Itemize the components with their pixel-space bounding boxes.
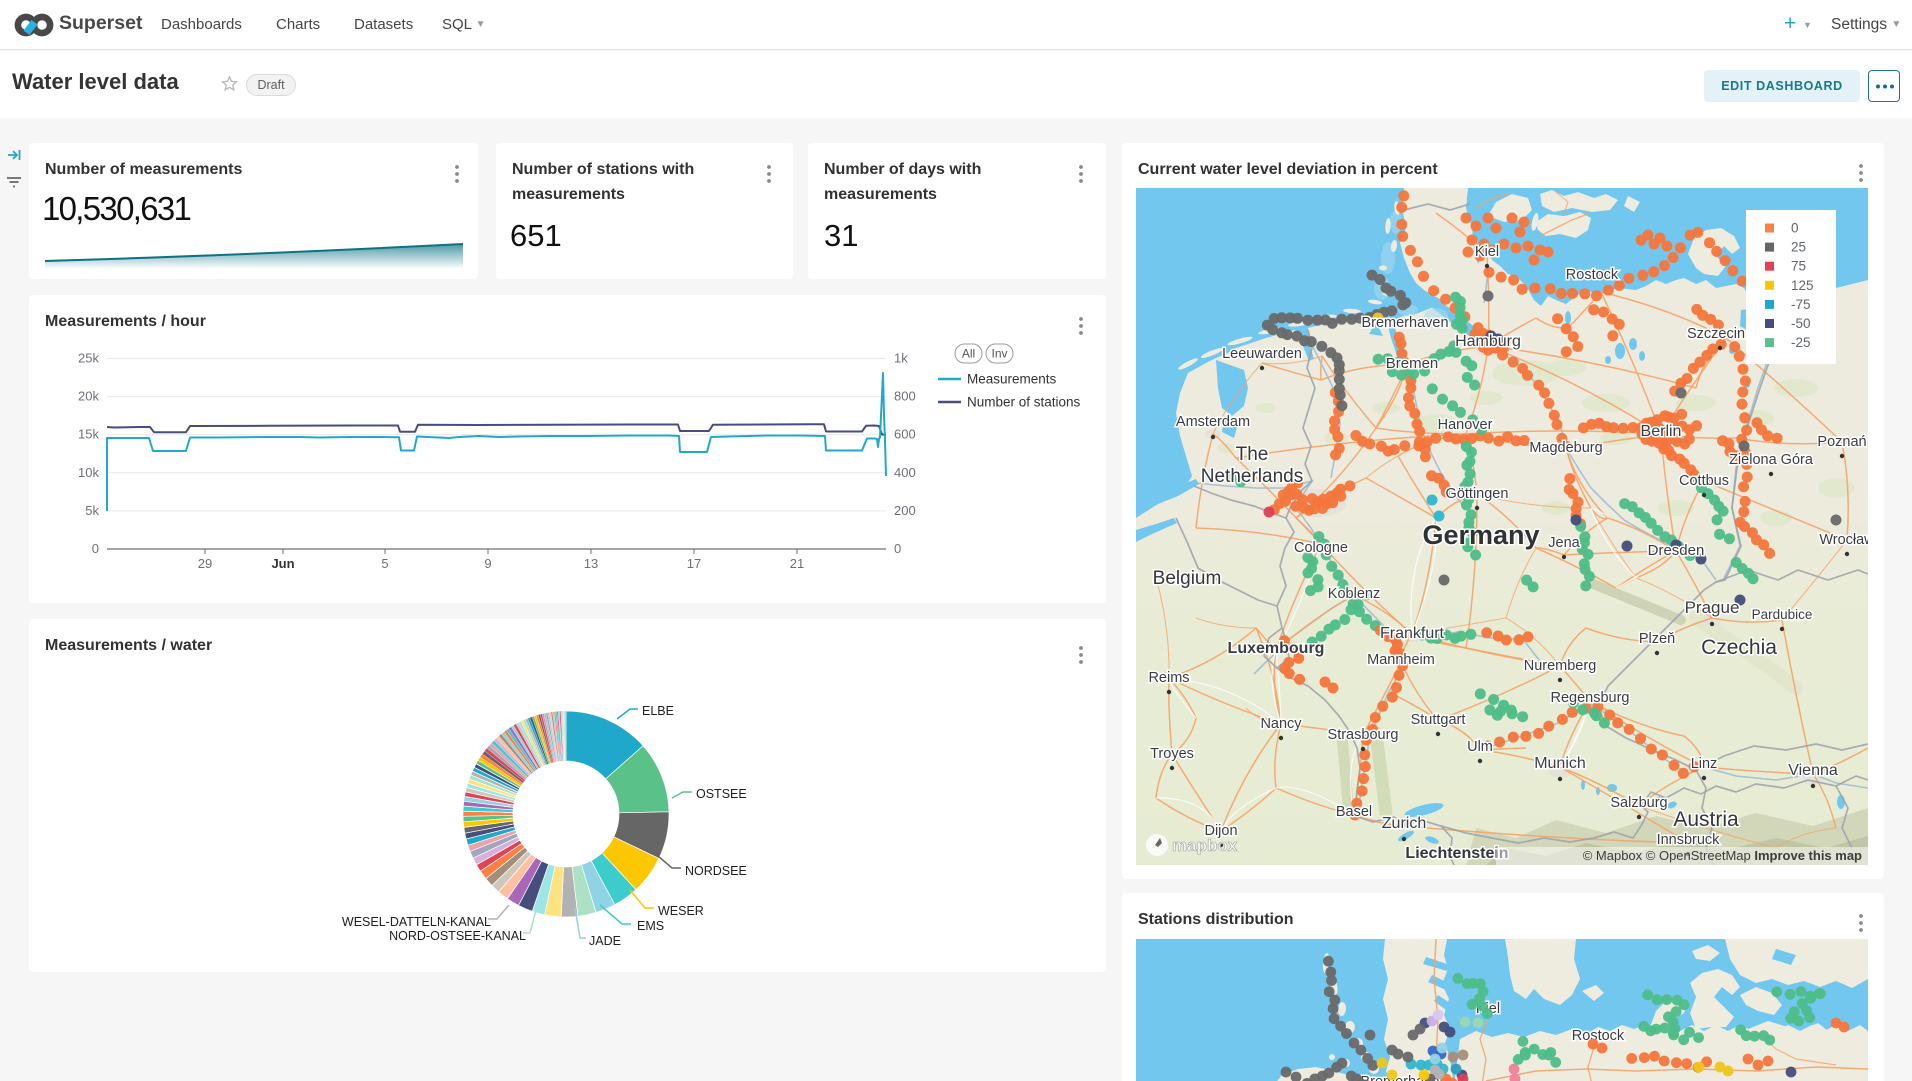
svg-text:EMS: EMS [637,919,664,933]
svg-text:Nancy: Nancy [1260,716,1302,732]
svg-text:5k: 5k [85,503,99,518]
svg-text:5: 5 [381,556,388,571]
svg-text:Innsbruck: Innsbruck [1657,832,1721,848]
svg-text:21: 21 [790,556,804,571]
svg-text:Szczecin: Szczecin [1687,326,1745,342]
svg-text:10k: 10k [78,465,99,480]
svg-text:Berlin: Berlin [1641,423,1682,440]
svg-text:Reims: Reims [1148,670,1189,686]
svg-text:Cottbus: Cottbus [1679,473,1729,489]
svg-text:NORDSEE: NORDSEE [685,864,747,878]
svg-text:20k: 20k [78,389,99,404]
svg-text:15k: 15k [78,427,99,442]
svg-text:Leeuwarden: Leeuwarden [1222,346,1302,362]
svg-text:29: 29 [198,556,212,571]
svg-text:All: All [962,347,975,361]
svg-text:NORD-OSTSEE-KANAL: NORD-OSTSEE-KANAL [389,929,526,943]
svg-text:Salzburg: Salzburg [1610,795,1667,811]
svg-text:25: 25 [1791,240,1806,255]
svg-text:© Mapbox © OpenStreetMap Impro: © Mapbox © OpenStreetMap Improve this ma… [1583,848,1862,863]
svg-text:Wrocław: Wrocław [1819,532,1868,548]
svg-text:Ulm: Ulm [1467,739,1493,755]
svg-text:Stuttgart: Stuttgart [1411,712,1466,728]
svg-text:Number of stations: Number of stations [967,395,1081,410]
svg-text:9: 9 [484,556,491,571]
svg-text:Dresden: Dresden [1648,542,1705,559]
svg-text:25k: 25k [78,351,99,366]
svg-text:mapbox: mapbox [1172,836,1238,855]
svg-text:0: 0 [1791,221,1799,236]
svg-text:Frankfurt: Frankfurt [1380,625,1445,642]
svg-text:ELBE: ELBE [642,704,674,718]
svg-text:200: 200 [894,503,916,518]
svg-text:Austria: Austria [1673,808,1739,831]
svg-text:-75: -75 [1791,297,1811,312]
svg-text:13: 13 [584,556,598,571]
svg-text:75: 75 [1791,259,1806,274]
svg-text:Bremerhaven: Bremerhaven [1361,315,1448,331]
svg-text:Amsterdam: Amsterdam [1176,414,1250,430]
svg-text:Germany: Germany [1422,520,1539,550]
svg-text:Measurements: Measurements [967,372,1057,387]
svg-text:0: 0 [92,541,99,556]
svg-text:Hamburg: Hamburg [1455,333,1521,350]
svg-text:-25: -25 [1791,335,1811,350]
svg-text:1k: 1k [894,351,908,366]
svg-text:Czechia: Czechia [1701,636,1777,659]
svg-text:Strasbourg: Strasbourg [1328,727,1399,743]
svg-text:Bremen: Bremen [1386,355,1439,372]
svg-text:Luxembourg: Luxembourg [1228,640,1325,657]
svg-text:Jena: Jena [1548,535,1580,551]
svg-text:Koblenz: Koblenz [1328,586,1380,602]
svg-text:Regensburg: Regensburg [1551,690,1630,706]
svg-text:-50: -50 [1791,316,1811,331]
svg-text:WESEL-DATTELN-KANAL: WESEL-DATTELN-KANAL [342,915,491,929]
svg-text:OSTSEE: OSTSEE [696,787,747,801]
svg-text:Linz: Linz [1691,756,1718,772]
svg-text:800: 800 [894,389,916,404]
svg-text:Inv: Inv [991,347,1007,361]
svg-text:Plzeň: Plzeň [1639,631,1675,647]
svg-text:Zurich: Zurich [1382,815,1426,832]
svg-text:The: The [1236,444,1269,465]
svg-text:400: 400 [894,465,916,480]
svg-text:Kiel: Kiel [1475,244,1499,260]
svg-text:0: 0 [894,541,901,556]
svg-text:Liechtenstein: Liechtenstein [1405,845,1508,862]
svg-text:Nuremberg: Nuremberg [1524,658,1597,674]
svg-text:Prague: Prague [1685,598,1740,617]
svg-text:Rostock: Rostock [1566,267,1619,283]
svg-text:Magdeburg: Magdeburg [1529,440,1602,456]
svg-text:Cologne: Cologne [1294,540,1348,556]
svg-text:Netherlands: Netherlands [1201,466,1303,487]
svg-text:17: 17 [687,556,701,571]
svg-text:Mannheim: Mannheim [1367,652,1435,668]
svg-text:Poznań: Poznań [1817,434,1866,450]
svg-text:Troyes: Troyes [1150,746,1194,762]
svg-text:Basel: Basel [1336,804,1372,820]
svg-text:Jun: Jun [271,556,294,571]
svg-text:Hanover: Hanover [1438,417,1493,433]
svg-text:Belgium: Belgium [1153,568,1222,589]
svg-text:Pardubice: Pardubice [1752,607,1813,622]
svg-text:JADE: JADE [589,934,621,948]
svg-text:125: 125 [1791,278,1814,293]
svg-text:Vienna: Vienna [1788,762,1838,779]
svg-text:600: 600 [894,427,916,442]
svg-text:Göttingen: Göttingen [1446,486,1509,502]
svg-text:Zielona Góra: Zielona Góra [1729,452,1814,468]
svg-text:WESER: WESER [658,904,704,918]
svg-text:Rostock: Rostock [1572,1028,1625,1044]
svg-text:Munich: Munich [1534,755,1586,772]
